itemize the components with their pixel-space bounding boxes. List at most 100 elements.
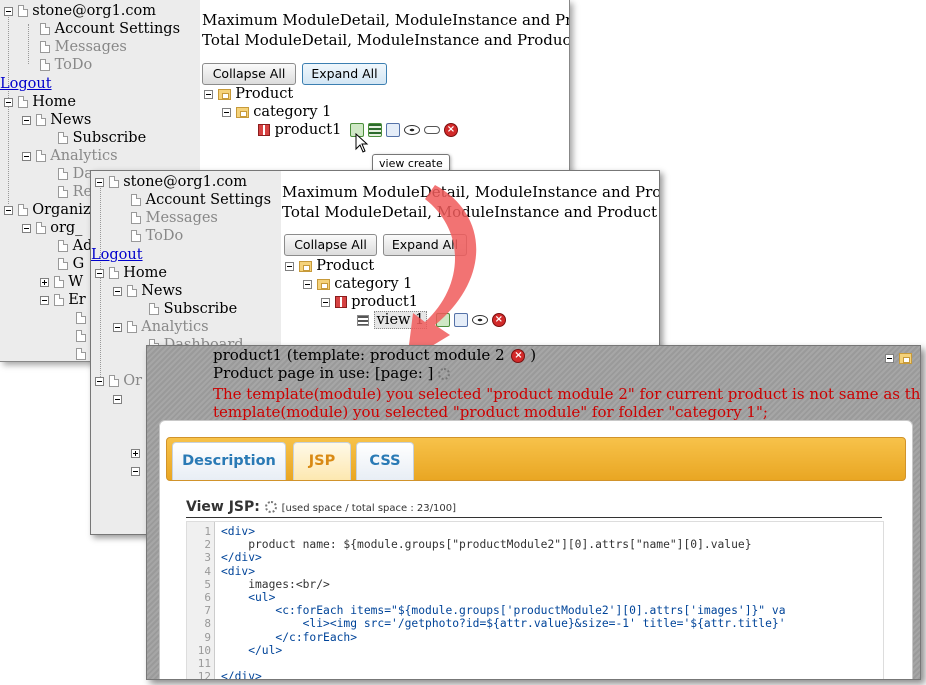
tree-analytics[interactable]: Analytics — [141, 319, 208, 335]
tree-category[interactable]: category 1 — [253, 104, 331, 120]
collapse-icon[interactable] — [113, 286, 122, 296]
tree-home[interactable]: Home — [32, 94, 76, 110]
copy-icon[interactable] — [385, 123, 400, 137]
logout-link[interactable]: Logout — [91, 247, 143, 263]
line-number: 5 — [204, 577, 211, 591]
view-jsp-header: View JSP: [used space / total space : 23… — [186, 499, 882, 518]
delete-icon[interactable]: × — [443, 123, 458, 137]
line-number: 10 — [197, 643, 211, 657]
tab-css[interactable]: CSS — [356, 442, 414, 480]
collapse-icon[interactable] — [95, 268, 104, 278]
expand-icon[interactable] — [40, 277, 49, 287]
tree-news[interactable]: News — [141, 283, 182, 299]
expand-icon[interactable] — [131, 448, 140, 458]
module-editor-panel: Description JSP CSS View JSP: [used spac… — [159, 420, 913, 680]
tree-product[interactable]: Product — [316, 258, 374, 274]
tree-account-settings[interactable]: Account Settings — [146, 192, 271, 208]
tree-g[interactable]: G — [73, 256, 85, 272]
tree-subscribe[interactable]: Subscribe — [73, 130, 147, 146]
collapse-icon[interactable] — [113, 322, 122, 332]
collapse-icon[interactable] — [285, 261, 294, 271]
collapse-icon[interactable] — [22, 151, 31, 161]
collapse-icon[interactable] — [303, 279, 312, 289]
logout-link[interactable]: Logout — [0, 76, 52, 92]
view-create-icon[interactable] — [367, 123, 382, 137]
page-icon — [17, 96, 28, 108]
folder-icon — [298, 260, 312, 272]
page-icon — [58, 132, 68, 144]
tree-messages[interactable]: Messages — [146, 210, 218, 226]
product-page-line: Product page in use: [page: ] — [213, 364, 451, 382]
tree-w[interactable]: W — [68, 274, 83, 290]
tab-bar: Description JSP CSS — [166, 437, 906, 481]
page-icon — [131, 194, 141, 206]
page-icon — [108, 267, 119, 279]
collapse-icon[interactable] — [4, 6, 13, 16]
code-line: product name: ${module.groups["productMo… — [221, 538, 752, 552]
product-template-line: product1 (template: product module 2 × ) — [213, 346, 537, 364]
tab-jsp[interactable]: JSP — [293, 442, 351, 480]
collapse-icon[interactable] — [22, 115, 31, 125]
collapse-icon[interactable] — [95, 376, 104, 386]
tree-home[interactable]: Home — [123, 265, 167, 281]
link-icon[interactable] — [423, 126, 440, 134]
page-icon — [53, 294, 64, 306]
page-icon — [131, 212, 141, 224]
collapse-icon[interactable] — [113, 394, 122, 404]
gear-icon[interactable] — [438, 368, 451, 380]
template-warning-2: template(module) you selected "product m… — [213, 403, 768, 421]
page-icon — [17, 5, 28, 17]
line-number: 12 — [197, 670, 211, 680]
collapse-icon[interactable] — [131, 466, 140, 476]
tree-user[interactable]: stone@org1.com — [32, 3, 156, 19]
page-icon — [108, 176, 119, 188]
tree-account-settings[interactable]: Account Settings — [55, 21, 180, 37]
tree-or[interactable]: Or — [123, 373, 142, 389]
tree-analytics[interactable]: Analytics — [50, 148, 117, 164]
collapse-all-button[interactable]: Collapse All — [202, 63, 296, 85]
code-line: <div> — [221, 564, 256, 578]
tree-e[interactable]: Er — [68, 292, 86, 308]
code-line: </c:forEach> — [221, 630, 358, 644]
page-icon — [149, 303, 159, 315]
tree-organiz[interactable]: Organiz — [32, 202, 90, 218]
collapse-icon[interactable] — [321, 297, 330, 307]
tree-todo[interactable]: ToDo — [55, 57, 93, 73]
collapse-icon[interactable] — [222, 107, 231, 117]
collapse-icon[interactable] — [40, 295, 49, 305]
code-line: <c:forEach items="${module.groups['produ… — [221, 604, 786, 618]
collapse-icon[interactable] — [4, 205, 13, 215]
tree-todo[interactable]: ToDo — [146, 228, 184, 244]
collapse-icon[interactable] — [204, 89, 213, 99]
page-icon — [76, 330, 86, 342]
tree-product1[interactable]: product1 — [275, 122, 342, 138]
code-line: </div> — [221, 670, 262, 680]
page-icon — [126, 321, 137, 333]
tree-org[interactable]: org_ — [50, 220, 82, 236]
page-icon — [58, 240, 68, 252]
tree-messages[interactable]: Messages — [55, 39, 127, 55]
tree-subscribe[interactable]: Subscribe — [164, 301, 238, 317]
line-number: 2 — [204, 538, 211, 552]
line-number: 1 — [204, 525, 211, 538]
folder-icon — [316, 278, 330, 290]
tree-product[interactable]: Product — [235, 86, 293, 102]
code-line: </div> — [221, 551, 262, 565]
page-icon — [76, 312, 86, 324]
page-icon — [58, 186, 68, 198]
tree-news[interactable]: News — [50, 112, 91, 128]
collapse-icon[interactable] — [4, 97, 13, 107]
delete-icon[interactable]: × — [511, 349, 526, 363]
eye-icon[interactable] — [403, 125, 420, 135]
page-icon — [53, 276, 64, 288]
code-line: <ul> — [221, 591, 276, 604]
code-editor[interactable]: 1 2 3 4 5 6 7 8 9 10 11 12 <div> product name: ${mo… — [186, 521, 884, 680]
collapse-all-button[interactable]: Collapse All — [284, 234, 377, 256]
collapse-icon[interactable] — [22, 223, 31, 233]
collapse-icon[interactable] — [95, 177, 104, 187]
expand-all-button[interactable]: Expand All — [302, 63, 387, 85]
gear-icon[interactable] — [264, 501, 277, 513]
tree-user[interactable]: stone@org1.com — [123, 174, 247, 190]
folder-icon — [235, 106, 249, 118]
tab-description[interactable]: Description — [172, 442, 286, 480]
